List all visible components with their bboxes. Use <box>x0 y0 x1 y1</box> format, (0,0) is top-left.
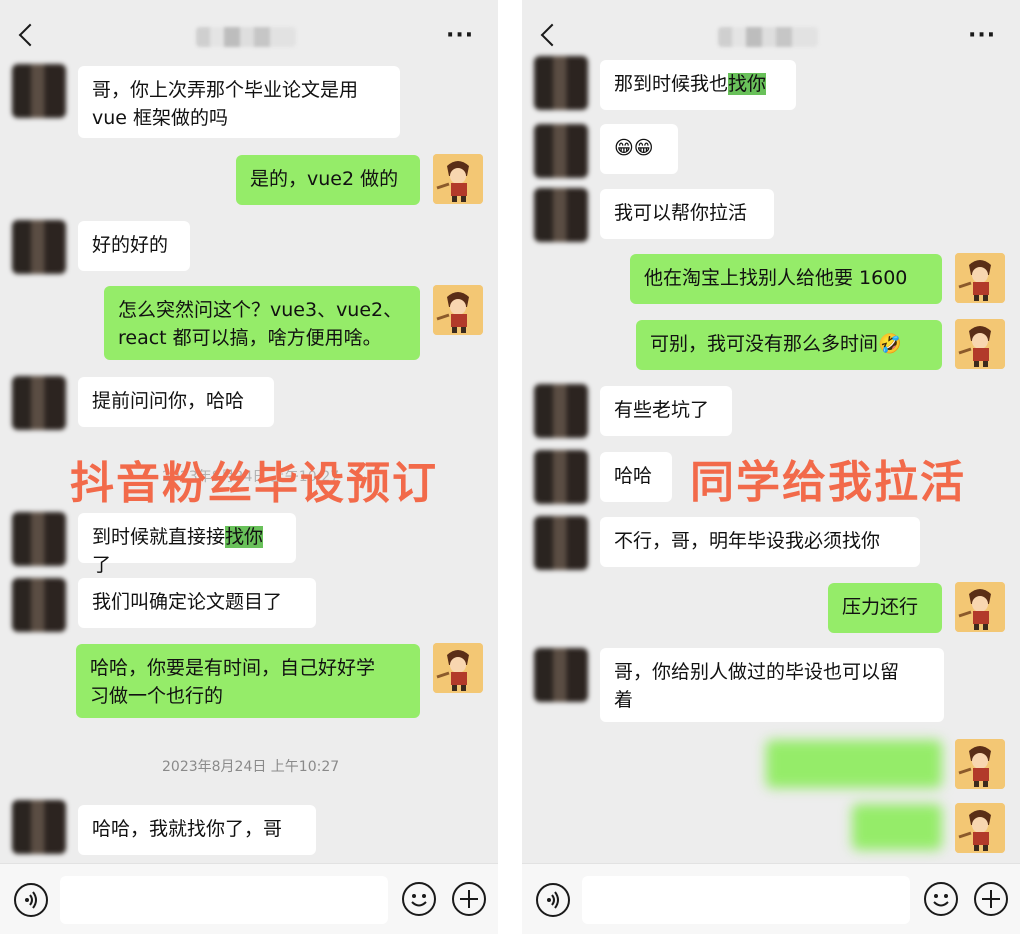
message-bubble-incoming[interactable]: 哥，你给别人做过的毕设也可以留 着 <box>600 648 944 722</box>
voice-icon[interactable] <box>536 883 570 917</box>
message-bubble-incoming[interactable]: 好的好的 <box>78 221 190 271</box>
contact-avatar[interactable] <box>12 376 66 430</box>
message-bubble-incoming[interactable]: 哈哈 <box>600 452 672 502</box>
contact-avatar[interactable] <box>534 188 588 242</box>
message-bubble-incoming[interactable]: 😁😁 <box>600 124 678 174</box>
back-chevron-icon[interactable] <box>536 20 566 50</box>
chat-header: ··· <box>522 0 1020 68</box>
my-avatar[interactable] <box>955 739 1005 789</box>
contact-avatar[interactable] <box>534 516 588 570</box>
my-avatar[interactable] <box>433 643 483 693</box>
chat-panel-left: ··· 哥，你上次弄那个毕业论文是用 vue 框架做的吗 是的，vue2 做的 … <box>0 0 498 934</box>
chat-panel-right: ··· 那到时候我也找你 😁😁 我可以帮你拉活 他在淘宝上找别人给他要 1600… <box>522 0 1020 934</box>
chat-header: ··· <box>0 0 498 68</box>
contact-avatar[interactable] <box>12 220 66 274</box>
input-bar <box>0 863 498 934</box>
contact-avatar[interactable] <box>534 648 588 702</box>
cartoon-avatar-icon <box>433 285 483 335</box>
cartoon-avatar-icon <box>955 253 1005 303</box>
message-bubble-incoming[interactable]: 哥，你上次弄那个毕业论文是用 vue 框架做的吗 <box>78 66 400 138</box>
message-text: 了 <box>92 554 112 576</box>
emoji-icon[interactable] <box>924 882 958 916</box>
emoji-icon[interactable] <box>402 882 436 916</box>
contact-avatar[interactable] <box>12 800 66 854</box>
highlighted-text: 找你 <box>728 73 767 95</box>
contact-avatar[interactable] <box>534 450 588 504</box>
message-bubble-outgoing[interactable]: 可别，我可没有那么多时间🤣 <box>636 320 942 370</box>
plus-icon[interactable] <box>452 882 486 916</box>
input-bar <box>522 863 1020 934</box>
contact-avatar[interactable] <box>12 64 66 118</box>
contact-name-blurred <box>718 27 818 47</box>
voice-icon[interactable] <box>14 883 48 917</box>
message-text: 那到时候我也 <box>614 73 729 95</box>
message-bubble-outgoing-blurred[interactable] <box>766 740 942 788</box>
more-dots-icon[interactable]: ··· <box>446 24 476 48</box>
timestamp: 2023年8月24日 上午10:27 <box>162 759 340 775</box>
back-chevron-icon[interactable] <box>14 20 44 50</box>
message-bubble-incoming[interactable]: 到时候就直接接找你了 <box>78 513 296 576</box>
contact-name-blurred <box>196 27 296 47</box>
plus-icon[interactable] <box>974 882 1008 916</box>
my-avatar[interactable] <box>955 582 1005 632</box>
cartoon-avatar-icon <box>433 154 483 204</box>
my-avatar[interactable] <box>955 803 1005 853</box>
message-bubble-incoming[interactable]: 提前问问你，哈哈 <box>78 377 274 427</box>
message-input[interactable] <box>582 876 910 924</box>
my-avatar[interactable] <box>955 319 1005 369</box>
message-bubble-incoming[interactable]: 不行，哥，明年毕设我必须找你 <box>600 517 920 567</box>
cartoon-avatar-icon <box>955 319 1005 369</box>
message-text: 到时候就直接接 <box>92 526 226 548</box>
message-bubble-incoming[interactable]: 那到时候我也找你 <box>600 60 796 110</box>
message-bubble-outgoing[interactable]: 怎么突然问这个？vue3、vue2、 react 都可以搞，啥方便用啥。 <box>104 286 420 360</box>
cartoon-avatar-icon <box>955 739 1005 789</box>
more-dots-icon[interactable]: ··· <box>968 24 998 48</box>
message-input[interactable] <box>60 876 388 924</box>
message-bubble-incoming[interactable]: 我可以帮你拉活 <box>600 189 774 239</box>
my-avatar[interactable] <box>433 285 483 335</box>
message-bubble-outgoing-blurred[interactable] <box>852 804 942 850</box>
message-bubble-outgoing[interactable]: 哈哈，你要是有时间，自己好好学 习做一个也行的 <box>76 644 420 718</box>
contact-avatar[interactable] <box>534 124 588 178</box>
my-avatar[interactable] <box>955 253 1005 303</box>
cartoon-avatar-icon <box>433 643 483 693</box>
contact-avatar[interactable] <box>12 512 66 566</box>
message-bubble-incoming[interactable]: 有些老坑了 <box>600 386 732 436</box>
message-bubble-outgoing[interactable]: 压力还行 <box>828 583 942 633</box>
cartoon-avatar-icon <box>955 582 1005 632</box>
highlighted-text: 找你 <box>225 526 264 548</box>
my-avatar[interactable] <box>433 154 483 204</box>
overlay-caption: 同学给我拉活 <box>690 457 966 508</box>
contact-avatar[interactable] <box>12 578 66 632</box>
overlay-caption: 抖音粉丝毕设预订 <box>70 458 438 509</box>
contact-avatar[interactable] <box>534 56 588 110</box>
message-bubble-incoming[interactable]: 哈哈，我就找你了，哥 <box>78 805 316 855</box>
message-bubble-incoming[interactable]: 我们叫确定论文题目了 <box>78 578 316 628</box>
contact-avatar[interactable] <box>534 384 588 438</box>
message-bubble-outgoing[interactable]: 他在淘宝上找别人给他要 1600 <box>630 254 942 304</box>
message-bubble-outgoing[interactable]: 是的，vue2 做的 <box>236 155 420 205</box>
cartoon-avatar-icon <box>955 803 1005 853</box>
